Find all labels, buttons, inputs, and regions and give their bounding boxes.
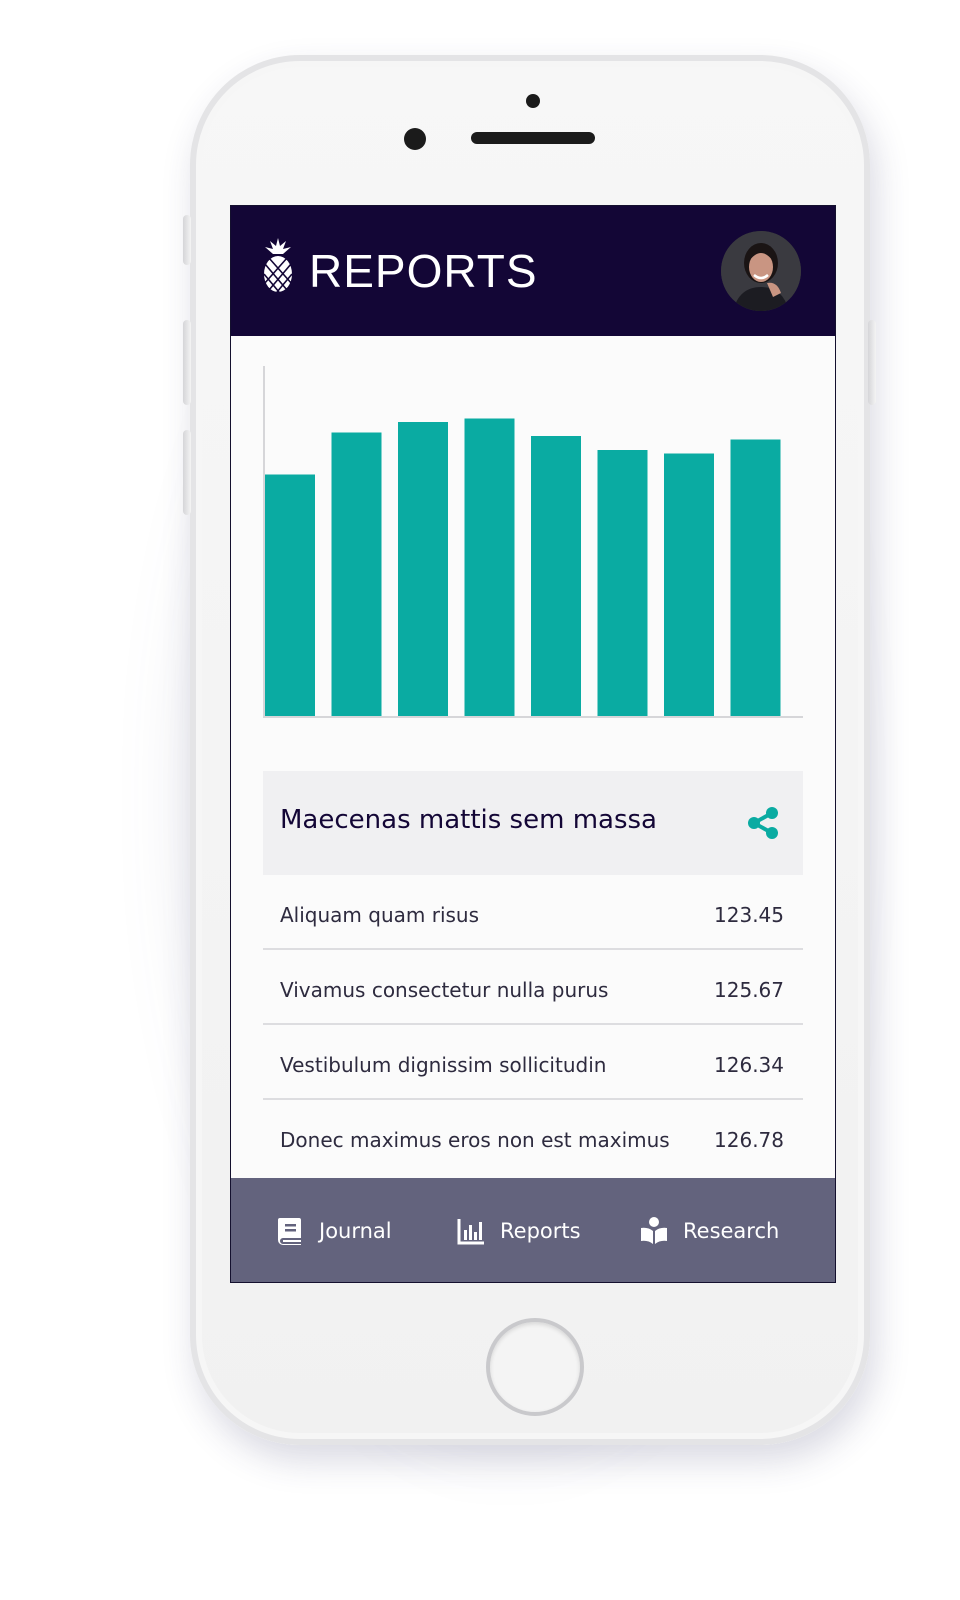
- power-button: [868, 320, 876, 405]
- list-item-value: 126.34: [714, 1053, 784, 1077]
- list-item-label: Aliquam quam risus: [280, 903, 480, 927]
- list-item-label: Donec maximus eros non est maximus: [280, 1128, 670, 1152]
- home-button[interactable]: [486, 1318, 584, 1416]
- list-item[interactable]: Vivamus consectetur nulla purus 125.67: [263, 950, 803, 1025]
- chart-bar: [398, 422, 448, 716]
- report-card-header: Maecenas mattis sem massa: [263, 771, 803, 875]
- chart-bar: [597, 450, 648, 716]
- chart-bars: [265, 418, 781, 716]
- list-item-label: Vivamus consectetur nulla purus: [280, 978, 609, 1002]
- nav-item-research[interactable]: Research: [639, 1214, 779, 1248]
- reader-icon: [641, 1217, 667, 1244]
- bar-chart-icon: [457, 1219, 484, 1245]
- chart-bar: [464, 418, 515, 716]
- earpiece-speaker: [471, 132, 595, 144]
- list-item-value: 126.78: [714, 1128, 784, 1152]
- nav-item-reports[interactable]: Reports: [456, 1214, 581, 1248]
- list-item[interactable]: Aliquam quam risus 123.45: [263, 875, 803, 950]
- list-item-value: 123.45: [714, 903, 784, 927]
- list-item[interactable]: Vestibulum dignissim sollicitudin 126.34: [263, 1025, 803, 1100]
- volume-up-button: [183, 320, 191, 405]
- bar-chart: [263, 366, 803, 718]
- nav-item-label: Journal: [319, 1219, 392, 1243]
- nav-item-journal[interactable]: Journal: [275, 1214, 392, 1248]
- chart-bar: [531, 436, 581, 716]
- chart-bar: [331, 432, 382, 716]
- report-list: Aliquam quam risus 123.45 Vivamus consec…: [263, 875, 803, 1175]
- share-icon[interactable]: [745, 805, 781, 841]
- user-avatar[interactable]: [721, 231, 801, 311]
- volume-down-button: [183, 430, 191, 515]
- pineapple-logo-icon: [263, 238, 293, 293]
- chart-bar: [265, 474, 315, 716]
- app-header: REPORTS: [231, 206, 835, 336]
- list-item-label: Vestibulum dignissim sollicitudin: [280, 1053, 607, 1077]
- avatar-photo: [721, 231, 801, 311]
- chart-bar: [664, 453, 714, 716]
- front-camera: [404, 128, 426, 150]
- app-screen: REPORTS Maecenas mattis sem massa Aliqua…: [230, 205, 836, 1283]
- list-item[interactable]: Donec maximus eros non est maximus 126.7…: [263, 1100, 803, 1175]
- page-title: REPORTS: [309, 245, 538, 297]
- chart-bar: [730, 439, 781, 716]
- nav-item-label: Research: [683, 1219, 780, 1243]
- nav-item-label: Reports: [500, 1219, 581, 1243]
- proximity-sensor: [526, 94, 540, 108]
- list-item-value: 125.67: [714, 978, 784, 1002]
- book-icon: [278, 1218, 301, 1245]
- bottom-nav: Journal Reports Research: [231, 1178, 835, 1282]
- report-card-title: Maecenas mattis sem massa: [280, 805, 657, 835]
- mute-switch: [183, 215, 191, 265]
